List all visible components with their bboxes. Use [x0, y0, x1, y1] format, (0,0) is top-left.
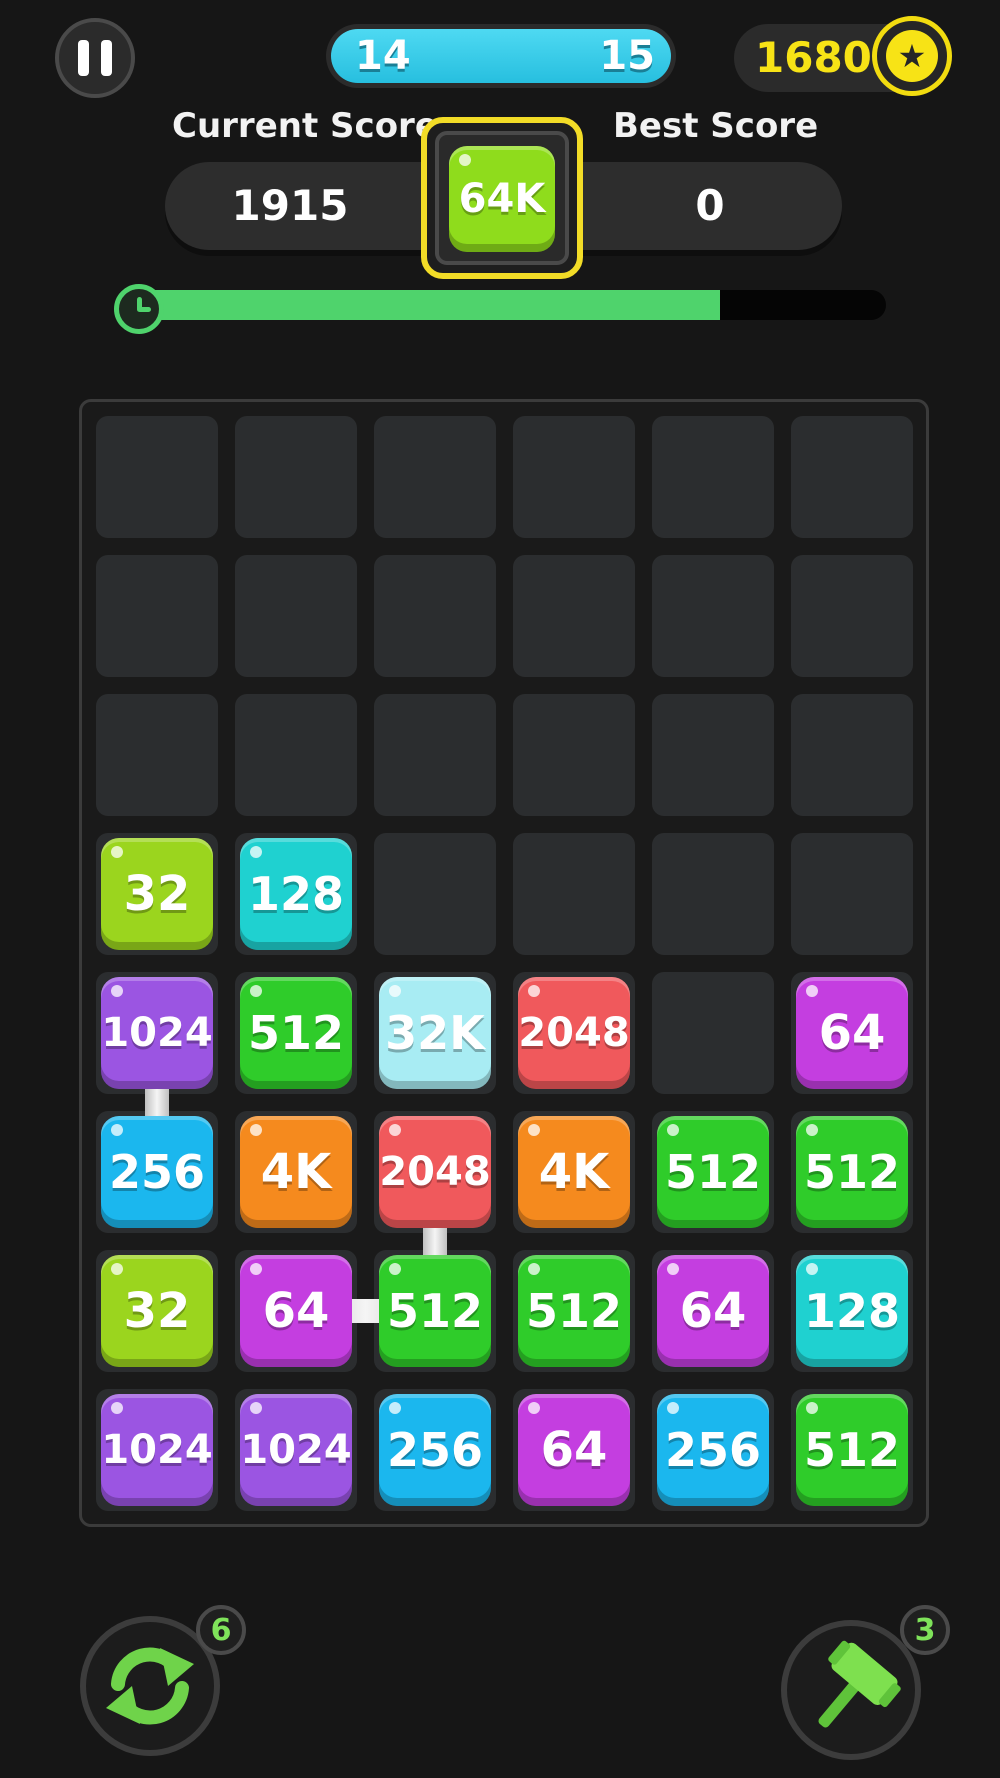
board-cell[interactable]	[652, 416, 774, 538]
tile-value: 32	[123, 1283, 191, 1339]
timer-fill	[130, 290, 720, 320]
number-tile[interactable]: 1024	[101, 977, 213, 1089]
board-cell[interactable]	[374, 833, 496, 955]
board-cell[interactable]	[791, 555, 913, 677]
number-tile[interactable]: 4K	[240, 1116, 352, 1228]
coins-value: 1680	[755, 33, 872, 82]
number-tile[interactable]: 512	[240, 977, 352, 1089]
best-score-value: 0	[695, 181, 725, 230]
board-cell[interactable]	[513, 694, 635, 816]
tile-value: 1024	[101, 1427, 213, 1473]
tile-value: 512	[803, 1145, 901, 1199]
current-score-label: Current Score	[172, 106, 438, 146]
clock-icon	[114, 284, 164, 334]
number-tile[interactable]: 64	[796, 977, 908, 1089]
number-tile[interactable]: 1024	[101, 1394, 213, 1506]
board-cell[interactable]	[513, 555, 635, 677]
tile-value: 64	[679, 1283, 747, 1339]
star-icon[interactable]: ★	[872, 16, 952, 96]
current-level: 14	[355, 33, 411, 79]
tile-value: 512	[386, 1284, 484, 1338]
hammer-button[interactable]	[781, 1620, 921, 1760]
board-cell[interactable]	[96, 555, 218, 677]
tile-value: 128	[803, 1284, 901, 1338]
number-tile[interactable]: 512	[796, 1116, 908, 1228]
board-cell[interactable]	[235, 694, 357, 816]
number-tile[interactable]: 32	[101, 838, 213, 950]
tile-value: 4K	[538, 1144, 610, 1200]
board-cell[interactable]	[791, 416, 913, 538]
board-cell[interactable]	[652, 833, 774, 955]
pause-button[interactable]	[55, 18, 135, 98]
target-tile-label: 64K	[458, 176, 546, 222]
tile-value: 4K	[260, 1144, 332, 1200]
number-tile[interactable]: 64	[518, 1394, 630, 1506]
tile-value: 512	[664, 1145, 762, 1199]
number-tile[interactable]: 2048	[379, 1116, 491, 1228]
tile-value: 64	[818, 1005, 886, 1061]
pause-icon	[78, 40, 89, 76]
tile-value: 128	[247, 867, 345, 921]
board-cell[interactable]	[374, 416, 496, 538]
level-progress-bar: 14 15	[326, 24, 676, 88]
board-cell[interactable]	[513, 833, 635, 955]
tile-value: 2048	[379, 1149, 491, 1195]
hammer-icon	[818, 1640, 901, 1728]
board-cell[interactable]	[791, 833, 913, 955]
tile-value: 256	[108, 1145, 206, 1199]
best-score-label: Best Score	[613, 106, 819, 146]
number-tile[interactable]: 128	[240, 838, 352, 950]
number-tile[interactable]: 512	[657, 1116, 769, 1228]
swap-count-badge: 6	[196, 1605, 246, 1655]
number-tile[interactable]: 32	[101, 1255, 213, 1367]
tile-value: 1024	[101, 1010, 213, 1056]
number-tile[interactable]: 128	[796, 1255, 908, 1367]
board-cell[interactable]	[791, 694, 913, 816]
number-tile[interactable]: 256	[379, 1394, 491, 1506]
board-cell[interactable]	[652, 972, 774, 1094]
number-tile[interactable]: 2048	[518, 977, 630, 1089]
tile-value: 512	[247, 1006, 345, 1060]
number-tile[interactable]: 512	[518, 1255, 630, 1367]
next-level: 15	[599, 33, 655, 79]
tile-value: 256	[664, 1423, 762, 1477]
tile-value: 512	[525, 1284, 623, 1338]
timer-bar	[130, 290, 886, 320]
tile-value: 64	[262, 1283, 330, 1339]
target-tile: 64K	[449, 146, 555, 252]
number-tile[interactable]: 256	[101, 1116, 213, 1228]
number-tile[interactable]: 4K	[518, 1116, 630, 1228]
board-cell[interactable]	[96, 694, 218, 816]
board-cell[interactable]	[374, 694, 496, 816]
number-tile[interactable]: 256	[657, 1394, 769, 1506]
game-board[interactable]: 32 128 1024 512 32K 2048 64 256 4K 2048 4K 512 512 32…	[79, 399, 929, 1527]
board-cell[interactable]	[96, 416, 218, 538]
tile-value: 32	[123, 866, 191, 922]
tile-value: 512	[803, 1423, 901, 1477]
number-tile[interactable]: 64	[657, 1255, 769, 1367]
tile-value: 2048	[518, 1010, 630, 1056]
board-cell[interactable]	[652, 555, 774, 677]
tile-value: 64	[540, 1422, 608, 1478]
tile-value: 32K	[385, 1006, 485, 1060]
tile-value: 1024	[240, 1427, 352, 1473]
board-cell[interactable]	[235, 416, 357, 538]
number-tile[interactable]: 32K	[379, 977, 491, 1089]
board-cell[interactable]	[652, 694, 774, 816]
board-cell[interactable]	[513, 416, 635, 538]
swap-arrows-icon	[106, 1647, 194, 1725]
number-tile[interactable]: 1024	[240, 1394, 352, 1506]
board-cell[interactable]	[235, 555, 357, 677]
current-score-value: 1915	[231, 181, 349, 230]
tile-value: 256	[386, 1423, 484, 1477]
board-cell[interactable]	[374, 555, 496, 677]
number-tile[interactable]: 64	[240, 1255, 352, 1367]
hammer-count-badge: 3	[900, 1605, 950, 1655]
number-tile[interactable]: 512	[379, 1255, 491, 1367]
number-tile[interactable]: 512	[796, 1394, 908, 1506]
